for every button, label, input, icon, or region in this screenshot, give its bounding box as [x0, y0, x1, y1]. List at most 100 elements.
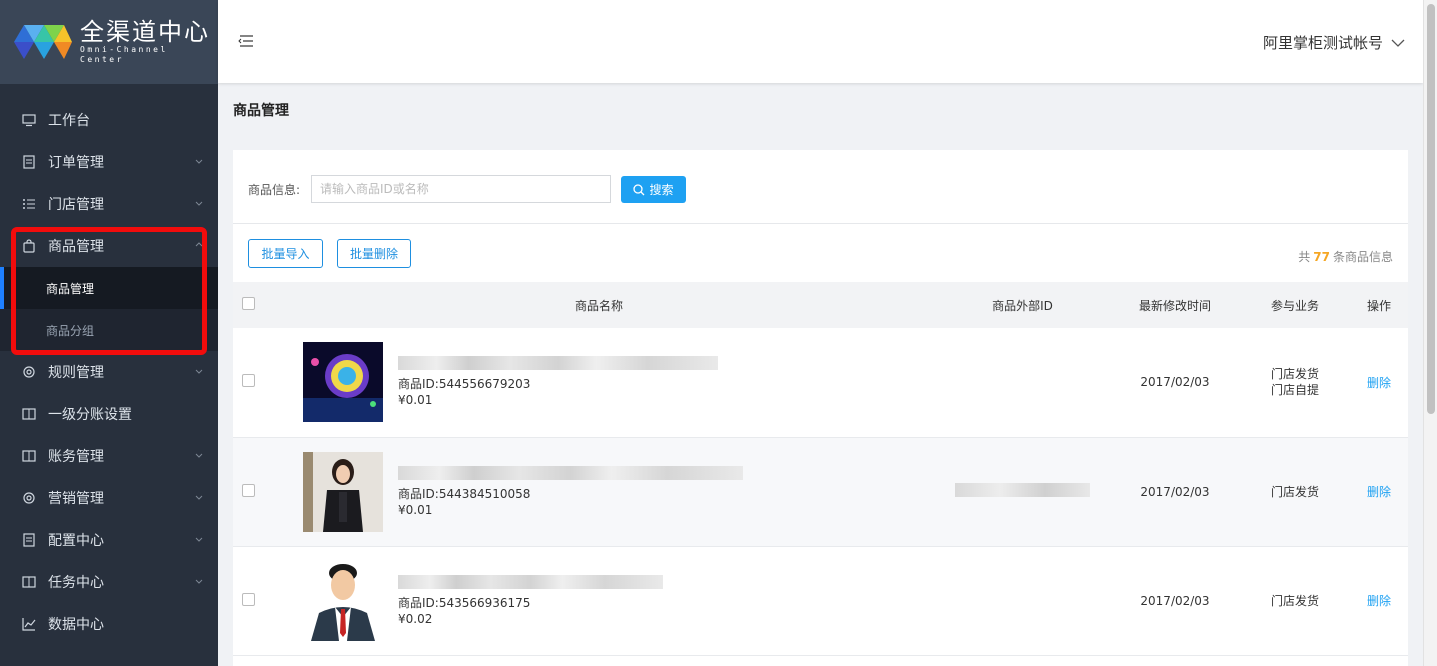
chevron-down-icon: [1391, 39, 1405, 47]
sidebar-item-config[interactable]: 配置中心: [0, 519, 218, 561]
search-button[interactable]: 搜索: [621, 176, 686, 203]
chevron-down-icon: [195, 369, 203, 374]
table-row: 商品ID:544384510058 ¥0.01 2017/02/03 门店发货 …: [233, 437, 1408, 546]
sidebar-subitem-product-groups[interactable]: 商品分组: [0, 309, 218, 351]
select-all-checkbox[interactable]: [241, 297, 255, 310]
document-icon: [22, 155, 36, 169]
search-icon: [633, 183, 645, 195]
delete-link[interactable]: 删除: [1367, 485, 1391, 499]
batch-delete-button[interactable]: 批量删除: [337, 239, 411, 268]
batch-import-button[interactable]: 批量导入: [248, 239, 323, 268]
shopping-bag-icon: [22, 239, 36, 253]
toolbar: 批量导入 批量删除 共 77 条商品信息: [233, 224, 1408, 282]
scrollbar-thumb[interactable]: [1427, 4, 1435, 414]
redacted-external-id: [955, 483, 1090, 497]
chevron-down-icon: [195, 495, 203, 500]
delete-link[interactable]: 删除: [1367, 376, 1391, 390]
chevron-down-icon: [195, 537, 203, 542]
search-bar: 商品信息: 搜索: [233, 150, 1408, 224]
logo[interactable]: 全渠道中心 Omni-Channel Center: [0, 0, 218, 84]
business-types: 门店发货 门店自提: [1240, 328, 1350, 437]
search-button-label: 搜索: [649, 183, 674, 197]
row-checkbox[interactable]: [241, 592, 255, 606]
business-type: 门店发货: [1270, 367, 1319, 382]
column-header: 商品外部ID: [992, 298, 1053, 313]
product-price: ¥0.01: [398, 502, 433, 517]
sidebar-item-label: 订单管理: [48, 155, 104, 171]
book-icon: [22, 575, 36, 589]
column-header: 操作: [1366, 298, 1391, 313]
product-price: ¥0.01: [398, 393, 433, 408]
sidebar-item-label: 一级分账设置: [48, 407, 132, 423]
redacted-product-name: [398, 356, 718, 371]
modified-date: 2017/02/03: [1140, 375, 1210, 390]
business-types: 门店发货: [1240, 437, 1350, 546]
total-number: 77: [1313, 250, 1330, 264]
sidebar-item-data[interactable]: 数据中心: [0, 603, 218, 645]
sidebar-subitem-product-management[interactable]: 商品管理: [0, 267, 218, 309]
sidebar-item-dashboard[interactable]: 工作台: [0, 99, 218, 141]
sidebar-item-split-settings[interactable]: 一级分账设置: [0, 393, 218, 435]
sidebar: 全渠道中心 Omni-Channel Center 工作台 订单管理 门店管理 …: [0, 0, 218, 666]
product-table: 商品名称 商品外部ID 最新修改时间 参与业务 操作 商品ID:54455667…: [233, 282, 1408, 656]
search-input[interactable]: [311, 175, 611, 203]
sidebar-item-orders[interactable]: 订单管理: [0, 141, 218, 183]
business-types: 门店发货: [1240, 546, 1350, 655]
business-type: 门店自提: [1270, 383, 1319, 398]
monitor-icon: [22, 113, 36, 127]
total-suffix: 条商品信息: [1332, 250, 1393, 264]
sidebar-item-marketing[interactable]: 营销管理: [0, 477, 218, 519]
business-type: 门店发货: [1270, 593, 1319, 608]
sidebar-item-rules[interactable]: 规则管理: [0, 351, 218, 393]
row-checkbox[interactable]: [241, 483, 255, 497]
chevron-down-icon: [195, 453, 203, 458]
settings-icon: [22, 491, 36, 505]
sidebar-item-label: 商品管理: [48, 239, 104, 255]
product-image[interactable]: [303, 560, 383, 641]
products-submenu: 商品管理 商品分组: [0, 267, 218, 351]
chevron-up-icon: [195, 242, 203, 247]
book-icon: [22, 449, 36, 463]
menu-collapse-icon[interactable]: [238, 34, 254, 48]
document-icon: [22, 533, 36, 547]
sidebar-item-label: 规则管理: [48, 365, 104, 381]
external-id: [935, 546, 1110, 655]
modified-date: 2017/02/03: [1140, 484, 1210, 499]
account-menu[interactable]: 阿里掌柜测试帐号: [1263, 32, 1405, 53]
search-label: 商品信息:: [248, 183, 301, 197]
product-id: 商品ID:544556679203: [398, 377, 531, 392]
sidebar-item-label: 配置中心: [48, 533, 104, 549]
product-list-card: 商品信息: 搜索 批量导入 批量删除 共77条商品信息 商品名称 商品外部ID …: [233, 150, 1408, 666]
redacted-product-name: [398, 574, 663, 589]
sidebar-item-products[interactable]: 商品管理: [0, 225, 218, 267]
list-icon: [22, 197, 36, 211]
book-icon: [22, 407, 36, 421]
sidebar-item-label: 任务中心: [48, 575, 104, 591]
sidebar-item-accounts[interactable]: 账务管理: [0, 435, 218, 477]
page-title: 商品管理: [233, 103, 289, 119]
business-type: 门店发货: [1270, 484, 1319, 499]
logo-title: 全渠道中心: [80, 18, 210, 46]
column-header: 最新修改时间: [1138, 298, 1211, 313]
chevron-down-icon: [195, 201, 203, 206]
sidebar-item-label: 账务管理: [48, 449, 104, 465]
product-image[interactable]: [303, 342, 383, 423]
product-image[interactable]: [303, 451, 383, 532]
column-header: 商品名称: [574, 298, 623, 313]
product-price: ¥0.02: [398, 611, 433, 626]
row-checkbox[interactable]: [241, 374, 255, 388]
total-prefix: 共: [1298, 250, 1311, 264]
total-count: 共 77 条商品信息: [1298, 248, 1393, 265]
external-id: [935, 437, 1110, 546]
sidebar-item-stores[interactable]: 门店管理: [0, 183, 218, 225]
chevron-down-icon: [195, 159, 203, 164]
top-header: 阿里掌柜测试帐号: [218, 0, 1423, 83]
page-scrollbar[interactable]: [1423, 0, 1437, 666]
sidebar-item-label: 门店管理: [48, 197, 104, 213]
sidebar-item-tasks[interactable]: 任务中心: [0, 561, 218, 603]
logo-subtitle: Omni-Channel Center: [80, 45, 168, 64]
table-row: 商品ID:543566936175 ¥0.02 2017/02/03 门店发货 …: [233, 546, 1408, 655]
product-id: 商品ID:543566936175: [398, 595, 531, 610]
redacted-product-name: [398, 465, 743, 480]
delete-link[interactable]: 删除: [1367, 594, 1391, 608]
